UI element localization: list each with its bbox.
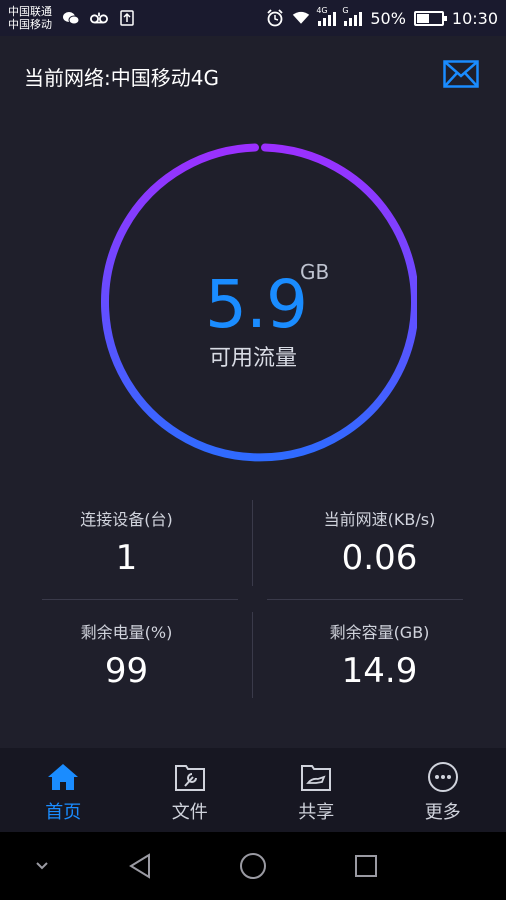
nav-label: 文件 [171, 802, 208, 823]
alarm-icon [266, 9, 284, 27]
upload-notification-icon [118, 10, 136, 26]
divider [252, 612, 253, 698]
carrier-names: 中国联通 中国移动 [8, 5, 52, 31]
stat-value: 0.06 [341, 538, 418, 578]
system-nav-bar [0, 832, 506, 900]
status-bar: 中国联通 中国移动 4G G 50% 10:30 [0, 0, 506, 36]
network-type-1: 4G [316, 6, 328, 15]
battery-fill [416, 13, 429, 23]
folder-tools-icon [173, 760, 207, 794]
home-circle-icon[interactable] [237, 850, 269, 882]
stat-battery-remaining: 剩余电量(%) 99 [0, 619, 253, 691]
stat-label: 剩余电量(%) [80, 623, 173, 642]
stat-connected-devices: 连接设备(台) 1 [0, 506, 253, 578]
page-title: 当前网络:中国移动4G [24, 66, 219, 90]
wifi-icon [292, 10, 310, 26]
divider [267, 599, 463, 600]
stat-label: 剩余容量(GB) [329, 623, 430, 642]
stat-label: 连接设备(台) [80, 510, 173, 529]
battery-percent: 50% [370, 8, 406, 28]
signal-icon-2: G [342, 6, 363, 26]
divider [42, 599, 238, 600]
nav-label: 首页 [45, 802, 82, 823]
battery-icon [413, 10, 447, 26]
collapse-icon[interactable] [26, 850, 58, 882]
nav-home[interactable]: 首页 [0, 748, 127, 832]
voicemail-icon [90, 10, 108, 26]
nav-label: 共享 [298, 802, 335, 823]
stat-label: 当前网速(KB/s) [323, 510, 436, 529]
folder-share-icon [299, 760, 333, 794]
bottom-nav: 首页 文件 共享 更多 [0, 748, 506, 832]
stat-value: 1 [115, 538, 138, 578]
available-data-unit: GB [300, 260, 330, 284]
available-data-value: 5.9 [205, 266, 308, 343]
stat-value: 14.9 [341, 651, 418, 691]
nav-label: 更多 [424, 802, 461, 823]
nav-share[interactable]: 共享 [253, 748, 380, 832]
clock: 10:30 [451, 8, 498, 28]
mail-icon[interactable] [443, 60, 479, 88]
carrier-1: 中国联通 [8, 5, 52, 18]
carrier-2: 中国移动 [8, 18, 52, 31]
nav-files[interactable]: 文件 [127, 748, 254, 832]
back-icon[interactable] [124, 850, 156, 882]
more-icon [426, 760, 460, 794]
wechat-icon [62, 10, 80, 26]
status-right: 4G G 50% 10:30 [266, 6, 498, 28]
stat-network-speed: 当前网速(KB/s) 0.06 [253, 506, 506, 578]
network-type-2: G [342, 6, 349, 15]
divider [252, 500, 253, 586]
stat-value: 99 [104, 651, 149, 691]
nav-more[interactable]: 更多 [380, 748, 506, 832]
recents-icon[interactable] [350, 850, 382, 882]
stat-storage-remaining: 剩余容量(GB) 14.9 [253, 619, 506, 691]
signal-icon-1: 4G [316, 6, 337, 26]
status-left: 中国联通 中国移动 [8, 5, 136, 31]
available-data-label: 可用流量 [208, 346, 297, 371]
home-icon [46, 760, 80, 794]
